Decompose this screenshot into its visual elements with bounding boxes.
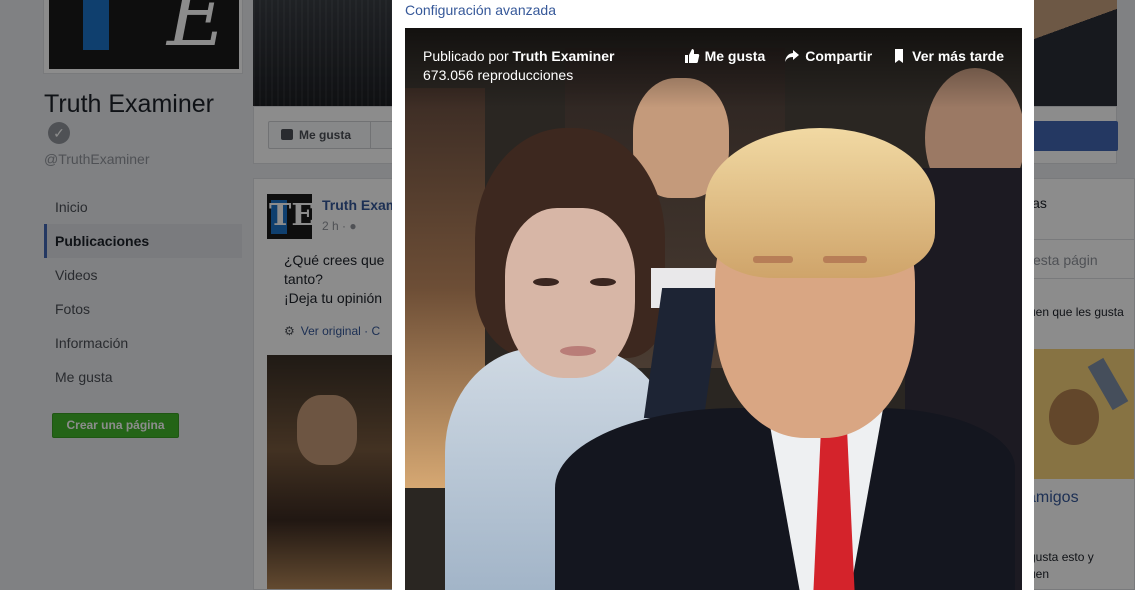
bookmark-icon <box>895 49 904 63</box>
video-like-label: Me gusta <box>704 48 766 64</box>
publisher-link[interactable]: Truth Examiner <box>513 48 615 64</box>
video-share-button[interactable]: Compartir <box>784 48 872 64</box>
view-count: 673.056 reproducciones <box>423 67 574 83</box>
watch-later-button[interactable]: Ver más tarde <box>891 48 1004 64</box>
video-player[interactable]: Publicado por Truth Examiner 673.056 rep… <box>405 28 1022 590</box>
watch-later-label: Ver más tarde <box>912 48 1004 64</box>
published-by-text: Publicado por <box>423 48 509 64</box>
video-actions: Me gusta Compartir Ver más tarde <box>684 48 1004 64</box>
video-modal: Configuración avanzada Publicado por Tru… <box>392 0 1034 590</box>
share-arrow-icon <box>785 50 800 62</box>
video-like-button[interactable]: Me gusta <box>684 48 766 64</box>
video-frame <box>405 28 1022 590</box>
thumbs-up-icon <box>684 49 699 63</box>
advanced-settings-link[interactable]: Configuración avanzada <box>405 2 556 18</box>
video-publisher: Publicado por Truth Examiner <box>423 48 614 64</box>
video-share-label: Compartir <box>805 48 873 64</box>
